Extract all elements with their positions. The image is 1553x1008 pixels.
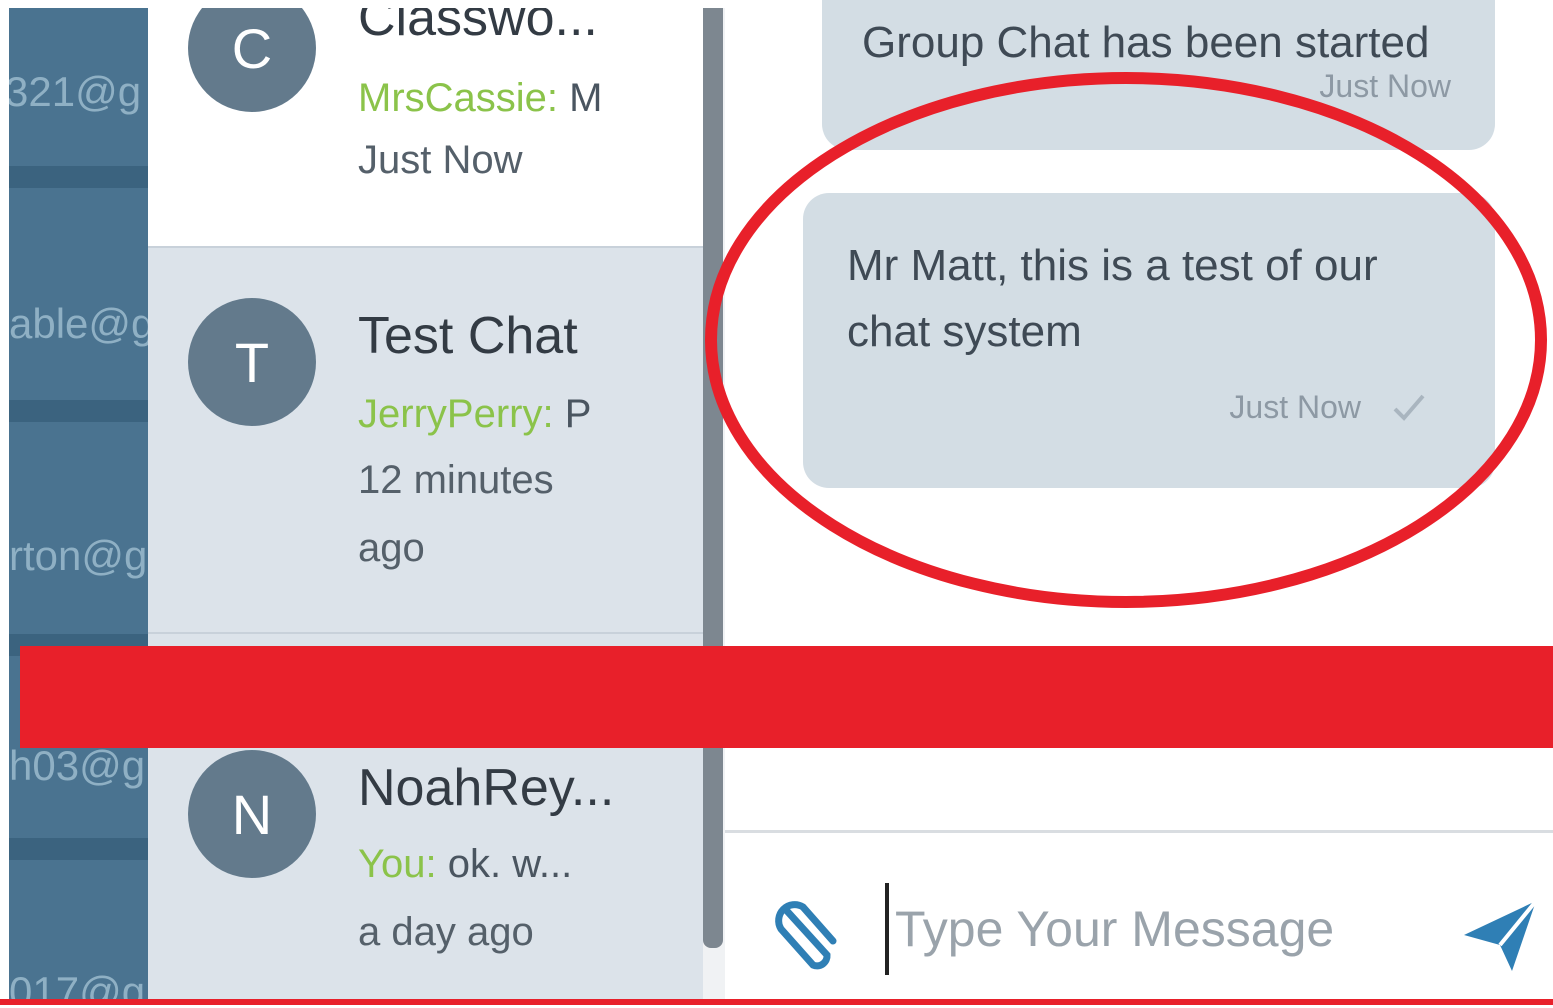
paperclip-icon[interactable] xyxy=(767,893,847,973)
sidebar-divider xyxy=(9,166,148,188)
send-button[interactable] xyxy=(1460,895,1540,975)
conversation-time: 12 minutes ago xyxy=(358,458,554,570)
message-time: Just Now xyxy=(1229,389,1361,425)
avatar: N xyxy=(188,750,316,878)
conversation-preview: JerryPerry: P xyxy=(358,392,618,437)
preview-text: P xyxy=(553,392,592,436)
read-check-icon xyxy=(1393,394,1425,421)
conversation-item[interactable]: N NoahRey... You: ok. w... a day ago xyxy=(148,748,703,1005)
message-time: Just Now xyxy=(1319,68,1451,104)
preview-text: M xyxy=(558,76,603,120)
avatar: C xyxy=(188,8,316,112)
message-bubble: Mr Matt, this is a test of our chat syst… xyxy=(803,193,1495,488)
message-input[interactable] xyxy=(885,883,1457,975)
conversation-title: NoahRey... xyxy=(358,759,615,817)
sidebar-divider xyxy=(9,838,148,860)
message-text: Mr Matt, this is a test of our chat syst… xyxy=(847,241,1378,356)
sidebar-user-email[interactable]: 321@g xyxy=(9,68,144,116)
sidebar-user-email[interactable]: able@g xyxy=(9,300,148,348)
avatar: T xyxy=(188,298,316,426)
preview-sender: You: xyxy=(358,842,437,886)
conversation-time: a day ago xyxy=(358,910,534,954)
preview-sender: JerryPerry: xyxy=(358,392,554,436)
conversation-preview: You: ok. w... xyxy=(358,842,618,887)
redaction-bar xyxy=(20,646,1553,748)
preview-sender: MrsCassie: xyxy=(358,76,559,120)
message-composer xyxy=(725,830,1553,1008)
sidebar-divider xyxy=(9,400,148,422)
conversation-preview: MrsCassie: M xyxy=(358,76,618,121)
conversation-item[interactable]: T Test Chat JerryPerry: P 12 minutes ago xyxy=(148,246,703,634)
redaction-line xyxy=(0,999,1553,1005)
scrollbar-thumb[interactable] xyxy=(703,8,723,948)
conversation-title: Classwo... xyxy=(358,8,598,47)
window-frame-left xyxy=(0,0,9,1005)
conversation-list: C Classwo... MrsCassie: M Just Now T Tes… xyxy=(148,8,703,1005)
conversation-item[interactable]: C Classwo... MrsCassie: M Just Now xyxy=(148,8,703,246)
user-sidebar: 321@g able@g rton@g h03@g 017@g xyxy=(9,8,148,1005)
message-text: Group Chat has been started xyxy=(862,18,1430,67)
sidebar-user-email[interactable]: h03@g xyxy=(9,742,148,790)
conversation-title: Test Chat xyxy=(358,307,578,365)
sidebar-user-email[interactable]: rton@g xyxy=(9,532,148,580)
preview-text: ok. w... xyxy=(436,842,573,886)
conversation-time: Just Now xyxy=(358,138,523,182)
system-message-bubble: Group Chat has been started Just Now xyxy=(822,0,1495,150)
